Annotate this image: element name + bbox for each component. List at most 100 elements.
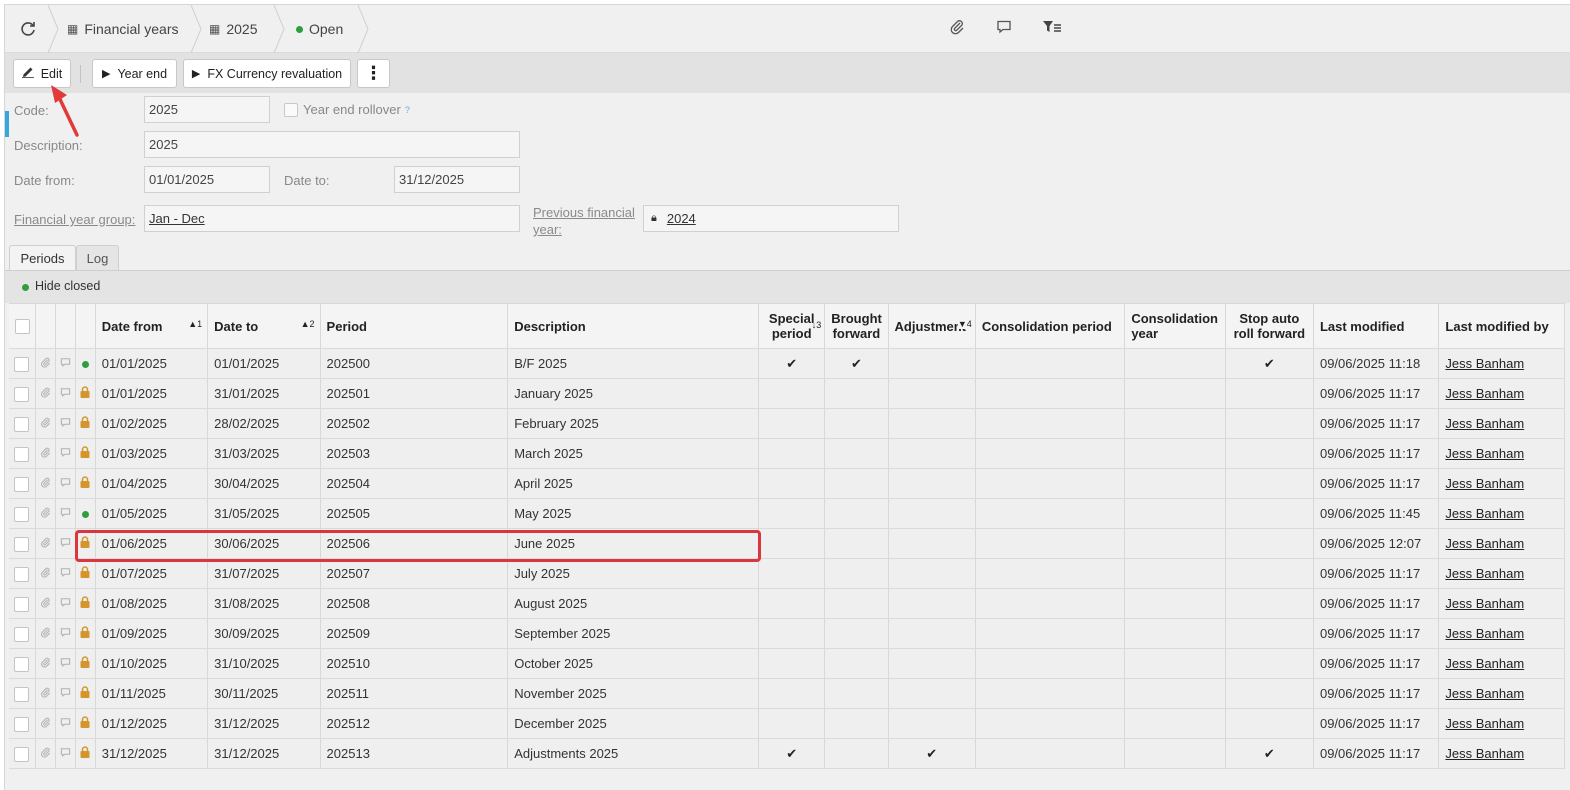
comment-cell[interactable] xyxy=(55,378,76,409)
user-link[interactable]: Jess Banham xyxy=(1445,746,1524,761)
previous-financial-year-value[interactable]: 2024 xyxy=(667,211,696,226)
table-row[interactable]: 31/12/2025 31/12/2025 202513 Adjustments 20… xyxy=(9,738,1565,769)
help-icon[interactable]: ? xyxy=(405,105,410,115)
last-modified-by-column-header[interactable]: Last modified by xyxy=(1438,303,1565,349)
table-row[interactable]: 01/01/2025 31/01/2025 202501 January 2025 09… xyxy=(9,378,1565,409)
fx-currency-revaluation-button[interactable]: ▶ FX Currency revaluation xyxy=(183,59,351,88)
row-checkbox[interactable] xyxy=(14,716,30,732)
row-checkbox[interactable] xyxy=(14,566,30,582)
row-checkbox[interactable] xyxy=(14,536,30,552)
description-column-header[interactable]: Description xyxy=(507,303,760,349)
breadcrumb-financial-years[interactable]: ▦ Financial years xyxy=(67,5,179,53)
row-checkbox[interactable] xyxy=(14,596,30,612)
table-row[interactable]: 01/07/2025 31/07/2025 202507 July 2025 09/06… xyxy=(9,558,1565,589)
comment-icon[interactable] xyxy=(996,19,1012,38)
user-link[interactable]: Jess Banham xyxy=(1445,446,1524,461)
comment-cell[interactable] xyxy=(55,678,76,709)
previous-financial-year-label[interactable]: Previous financial year: xyxy=(533,204,635,238)
table-row[interactable]: 01/10/2025 31/10/2025 202510 October 2025 09… xyxy=(9,648,1565,679)
attachment-cell[interactable] xyxy=(35,738,56,769)
user-link[interactable]: Jess Banham xyxy=(1445,716,1524,731)
comment-cell[interactable] xyxy=(55,438,76,469)
attachment-cell[interactable] xyxy=(35,498,56,529)
financial-year-group-label[interactable]: Financial year group: xyxy=(14,212,135,227)
consolidation-year-column-header[interactable]: Consolidation year xyxy=(1124,303,1226,349)
user-link[interactable]: Jess Banham xyxy=(1445,626,1524,641)
comment-cell[interactable] xyxy=(55,618,76,649)
previous-financial-year-field[interactable]: 🔒︎ 2024 xyxy=(643,205,899,232)
comment-cell[interactable] xyxy=(55,348,76,379)
attachment-cell[interactable] xyxy=(35,618,56,649)
row-checkbox[interactable] xyxy=(14,506,30,522)
table-row[interactable]: 01/11/2025 30/11/2025 202511 November 2025 0… xyxy=(9,678,1565,709)
user-link[interactable]: Jess Banham xyxy=(1445,536,1524,551)
attachment-cell[interactable] xyxy=(35,708,56,739)
user-link[interactable]: Jess Banham xyxy=(1445,566,1524,581)
date-to-field[interactable]: 31/12/2025 xyxy=(394,166,520,193)
comment-cell[interactable] xyxy=(55,498,76,529)
period-column-header[interactable]: Period xyxy=(320,303,509,349)
breadcrumb-status[interactable]: Open xyxy=(296,5,343,53)
more-options-button[interactable]: ⋮ xyxy=(357,59,390,88)
attachment-cell[interactable] xyxy=(35,558,56,589)
comment-cell[interactable] xyxy=(55,408,76,439)
comment-cell[interactable] xyxy=(55,738,76,769)
comment-cell[interactable] xyxy=(55,468,76,499)
comment-cell[interactable] xyxy=(55,588,76,619)
stop-auto-roll-forward-column-header[interactable]: Stop auto roll forward xyxy=(1225,303,1314,349)
attachment-cell[interactable] xyxy=(35,528,56,559)
table-row[interactable]: 01/06/2025 30/06/2025 202506 June 2025 09/06… xyxy=(9,528,1565,559)
table-row[interactable]: 01/09/2025 30/09/2025 202509 September 2025… xyxy=(9,618,1565,649)
filter-list-icon[interactable] xyxy=(1042,19,1062,38)
edit-button[interactable]: Edit xyxy=(13,59,71,88)
comment-cell[interactable] xyxy=(55,708,76,739)
attachment-cell[interactable] xyxy=(35,648,56,679)
row-checkbox[interactable] xyxy=(14,416,30,432)
date-from-field[interactable]: 01/01/2025 xyxy=(144,166,270,193)
user-link[interactable]: Jess Banham xyxy=(1445,596,1524,611)
row-checkbox[interactable] xyxy=(14,446,30,462)
table-row[interactable]: 01/04/2025 30/04/2025 202504 April 2025 09/0… xyxy=(9,468,1565,499)
tab-log[interactable]: Log xyxy=(76,245,119,270)
brought-forward-column-header[interactable]: Brought forward xyxy=(824,303,889,349)
comment-cell[interactable] xyxy=(55,528,76,559)
table-row[interactable]: 01/08/2025 31/08/2025 202508 August 2025 09/… xyxy=(9,588,1565,619)
breadcrumb-year[interactable]: ▦ 2025 xyxy=(209,5,258,53)
table-row[interactable]: 01/02/2025 28/02/2025 202502 February 2025 0… xyxy=(9,408,1565,439)
user-link[interactable]: Jess Banham xyxy=(1445,416,1524,431)
user-link[interactable]: Jess Banham xyxy=(1445,356,1524,371)
hide-closed-toggle[interactable]: Hide closed xyxy=(35,279,100,293)
attachment-cell[interactable] xyxy=(35,348,56,379)
select-all-checkbox[interactable] xyxy=(15,319,30,335)
financial-year-group-field[interactable]: Jan - Dec xyxy=(144,205,520,232)
comment-cell[interactable] xyxy=(55,558,76,589)
financial-year-group-value[interactable]: Jan - Dec xyxy=(149,211,205,226)
description-field[interactable]: 2025 xyxy=(144,131,520,158)
date-from-column-header[interactable]: Date from ▲1 xyxy=(95,303,209,349)
row-checkbox[interactable] xyxy=(14,746,30,762)
attachment-cell[interactable] xyxy=(35,378,56,409)
code-field[interactable]: 2025 xyxy=(144,96,270,123)
comment-cell[interactable] xyxy=(55,648,76,679)
consolidation-period-column-header[interactable]: Consolidation period xyxy=(975,303,1126,349)
adjustment-column-header[interactable]: Adjustment ▼4 xyxy=(888,303,976,349)
user-link[interactable]: Jess Banham xyxy=(1445,656,1524,671)
row-checkbox[interactable] xyxy=(14,656,30,672)
user-link[interactable]: Jess Banham xyxy=(1445,506,1524,521)
year-end-button[interactable]: ▶ Year end xyxy=(92,59,177,88)
table-row[interactable]: 01/03/2025 31/03/2025 202503 March 2025 09/0… xyxy=(9,438,1565,469)
attachment-cell[interactable] xyxy=(35,408,56,439)
attachment-cell[interactable] xyxy=(35,678,56,709)
year-end-rollover-checkbox[interactable] xyxy=(284,102,298,117)
table-row[interactable]: 01/01/2025 01/01/2025 202500 B/F 2025 ✔ ✔ ✔ 09/… xyxy=(9,348,1565,379)
attachment-icon[interactable] xyxy=(949,19,965,38)
user-link[interactable]: Jess Banham xyxy=(1445,386,1524,401)
row-checkbox[interactable] xyxy=(14,386,30,402)
special-period-column-header[interactable]: Special period ↓3 xyxy=(758,303,826,349)
tab-periods[interactable]: Periods xyxy=(9,245,76,271)
row-checkbox[interactable] xyxy=(14,476,30,492)
user-link[interactable]: Jess Banham xyxy=(1445,476,1524,491)
table-row[interactable]: 01/05/2025 31/05/2025 202505 May 2025 09/06/… xyxy=(9,498,1565,529)
row-checkbox[interactable] xyxy=(14,356,30,372)
row-checkbox[interactable] xyxy=(14,626,30,642)
